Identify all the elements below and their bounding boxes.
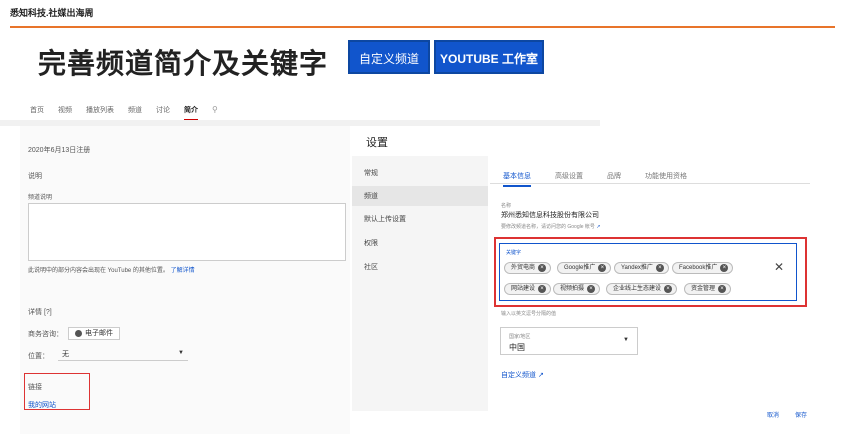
name-label: 名称	[501, 203, 512, 209]
tab-home[interactable]: 首页	[30, 105, 44, 121]
tab-channels[interactable]: 频道	[128, 105, 142, 121]
search-icon[interactable]: ⚲	[212, 105, 218, 121]
plus-icon	[75, 330, 82, 337]
brand-title: 悉知科技.社媒出海周	[10, 8, 94, 18]
clear-keywords-icon[interactable]: ✕	[774, 260, 784, 274]
description-notice: 此说明中的部分内容会出现在 YouTube 的其他位置。 了解详情	[28, 268, 195, 274]
email-button[interactable]: 电子邮件	[68, 327, 120, 340]
tab-playlists[interactable]: 播放列表	[86, 105, 114, 121]
remove-chip-icon[interactable]: ×	[587, 285, 596, 293]
external-link-icon[interactable]: ↗	[596, 224, 600, 230]
remove-chip-icon[interactable]: ×	[538, 264, 547, 272]
keyword-chip[interactable]: 资金管理 ×	[684, 283, 732, 295]
tabs-divider	[490, 183, 810, 184]
region-label: 国家/地区	[509, 334, 531, 340]
remove-chip-icon[interactable]: ×	[538, 285, 547, 293]
business-label: 商务咨询：	[28, 331, 63, 338]
youtube-studio-button[interactable]: YOUTUBE 工作室	[434, 40, 544, 74]
keyword-chip[interactable]: 外贸电商 ×	[504, 262, 552, 274]
tab-videos[interactable]: 视频	[58, 105, 72, 121]
side-community[interactable]: 社区	[364, 262, 378, 272]
keywords-label: 关键字	[506, 250, 522, 256]
channel-tabs: 首页 视频 播放列表 频道 讨论 简介 ⚲	[30, 105, 218, 121]
channel-name: 郑州悉知信息科技股份有限公司	[501, 212, 599, 219]
region-select[interactable]: 国家/地区 中国 ▼	[500, 327, 638, 355]
learn-more-link[interactable]: 了解详情	[171, 268, 195, 274]
keyword-chip[interactable]: 企业线上生态建设 ×	[606, 283, 678, 295]
joined-date: 2020年6月13日注册	[28, 147, 91, 154]
remove-chip-icon[interactable]: ×	[718, 285, 727, 293]
tab-discussion[interactable]: 讨论	[156, 105, 170, 121]
remove-chip-icon[interactable]: ×	[720, 264, 729, 272]
tab-branding[interactable]: 品牌	[607, 171, 621, 187]
settings-title: 设置	[366, 137, 388, 149]
links-heading: 链接	[28, 384, 42, 391]
keyword-chip[interactable]: Yandex推广 ×	[614, 262, 669, 274]
side-general[interactable]: 常规	[364, 168, 378, 178]
my-site-link[interactable]: 我的网站	[28, 400, 56, 410]
keyword-chip[interactable]: Google推广 ×	[557, 262, 612, 274]
remove-chip-icon[interactable]: ×	[655, 264, 664, 272]
settings-tabs: 基本信息 高级设置 品牌 功能使用资格	[503, 171, 687, 187]
description-label: 频道说明	[28, 195, 53, 201]
tab-basic-info[interactable]: 基本信息	[503, 171, 531, 187]
custom-channel-button[interactable]: 自定义频道	[348, 40, 430, 74]
brand-divider	[10, 26, 835, 28]
side-upload-defaults[interactable]: 默认上传设置	[364, 214, 406, 224]
settings-sidebar: 常规 频道 默认上传设置 权限 社区	[352, 156, 488, 411]
cancel-button[interactable]: 取消	[767, 410, 779, 419]
remove-chip-icon[interactable]: ×	[664, 285, 673, 293]
hero-title: 完善频道简介及关键字	[38, 48, 329, 79]
tab-advanced[interactable]: 高级设置	[555, 171, 583, 187]
side-channel[interactable]: 频道	[352, 186, 488, 206]
description-heading: 说明	[28, 173, 42, 180]
description-textarea[interactable]	[28, 203, 346, 261]
location-select[interactable]: 无 ▼	[58, 349, 188, 361]
details-heading: 详情 [?]	[28, 309, 52, 316]
external-link-icon: ↗	[537, 372, 544, 379]
keyword-chip[interactable]: 网站建设 ×	[504, 283, 552, 295]
chevron-down-icon: ▼	[623, 337, 629, 343]
side-permissions[interactable]: 权限	[364, 238, 378, 248]
keyword-chip[interactable]: Facebook推广 ×	[672, 262, 734, 274]
tab-about[interactable]: 简介	[184, 105, 198, 121]
tab-feature-eligibility[interactable]: 功能使用资格	[645, 171, 687, 187]
save-button[interactable]: 保存	[795, 410, 807, 419]
keywords-hint: 输入以英文逗号分隔的值	[501, 311, 557, 317]
custom-channel-link[interactable]: 自定义频道 ↗	[501, 370, 544, 380]
chevron-down-icon: ▼	[178, 350, 184, 356]
location-label: 位置：	[28, 353, 49, 360]
name-hint: 要修改频道名称，请访问您的 Google 帐号 ↗	[501, 224, 601, 230]
remove-chip-icon[interactable]: ×	[598, 264, 607, 272]
region-value: 中国	[509, 343, 525, 352]
keyword-chip[interactable]: 视频拍摄 ×	[553, 283, 601, 295]
